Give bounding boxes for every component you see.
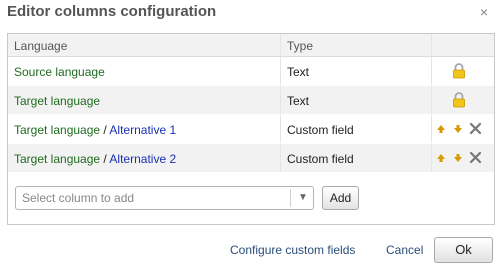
lock-icon xyxy=(453,92,465,108)
select-divider xyxy=(290,189,291,207)
chevron-down-icon[interactable]: ▼ xyxy=(298,192,308,203)
column-divider xyxy=(280,86,281,114)
move-down-icon[interactable] xyxy=(453,153,463,163)
move-up-icon[interactable] xyxy=(436,124,446,134)
language-name: Target language xyxy=(14,152,101,166)
table-row[interactable]: Target language / Alternative 2 Custom f… xyxy=(8,144,494,173)
alternative-name: Alternative 1 xyxy=(109,123,177,137)
column-divider xyxy=(431,34,432,56)
column-divider xyxy=(431,57,432,85)
column-select[interactable]: Select column to add ▼ xyxy=(15,186,314,210)
alternative-name: Alternative 2 xyxy=(109,152,177,166)
column-select-placeholder: Select column to add xyxy=(22,191,135,205)
language-cell: Target language xyxy=(14,94,100,108)
dialog-title: Editor columns configuration xyxy=(7,3,217,20)
language-cell: Target language / Alternative 2 xyxy=(14,152,176,166)
language-cell: Target language / Alternative 1 xyxy=(14,123,176,137)
cancel-link[interactable]: Cancel xyxy=(386,243,423,257)
table-row[interactable]: Target language / Alternative 1 Custom f… xyxy=(8,115,494,144)
column-divider xyxy=(431,86,432,114)
column-divider xyxy=(280,115,281,143)
table-row[interactable]: Target language Text xyxy=(8,86,494,115)
columns-grid: Language Type Source language Text Targe… xyxy=(8,34,494,173)
language-name: Target language xyxy=(14,94,101,108)
language-name: Source language xyxy=(14,65,105,79)
table-row[interactable]: Source language Text xyxy=(8,57,494,86)
column-header-language: Language xyxy=(14,39,68,53)
type-cell: Text xyxy=(287,65,310,79)
move-down-icon[interactable] xyxy=(453,124,463,134)
close-icon[interactable]: × xyxy=(476,4,492,20)
configure-custom-fields-link[interactable]: Configure custom fields xyxy=(230,243,355,257)
column-divider xyxy=(280,144,281,172)
language-cell: Source language xyxy=(14,65,105,79)
type-cell: Custom field xyxy=(287,123,354,137)
column-divider xyxy=(280,57,281,85)
columns-panel: Language Type Source language Text Targe… xyxy=(7,33,495,225)
column-divider xyxy=(280,34,281,56)
type-cell: Custom field xyxy=(287,152,354,166)
move-up-icon[interactable] xyxy=(436,153,446,163)
column-header-type: Type xyxy=(287,39,314,53)
ok-button[interactable]: Ok xyxy=(434,237,493,263)
remove-icon[interactable] xyxy=(469,151,482,164)
lock-icon xyxy=(453,63,465,79)
column-divider xyxy=(431,115,432,143)
language-name: Target language xyxy=(14,123,101,137)
add-button[interactable]: Add xyxy=(322,186,359,210)
grid-header: Language Type xyxy=(8,34,494,57)
remove-icon[interactable] xyxy=(469,122,482,135)
type-cell: Text xyxy=(287,94,310,108)
column-divider xyxy=(431,144,432,172)
